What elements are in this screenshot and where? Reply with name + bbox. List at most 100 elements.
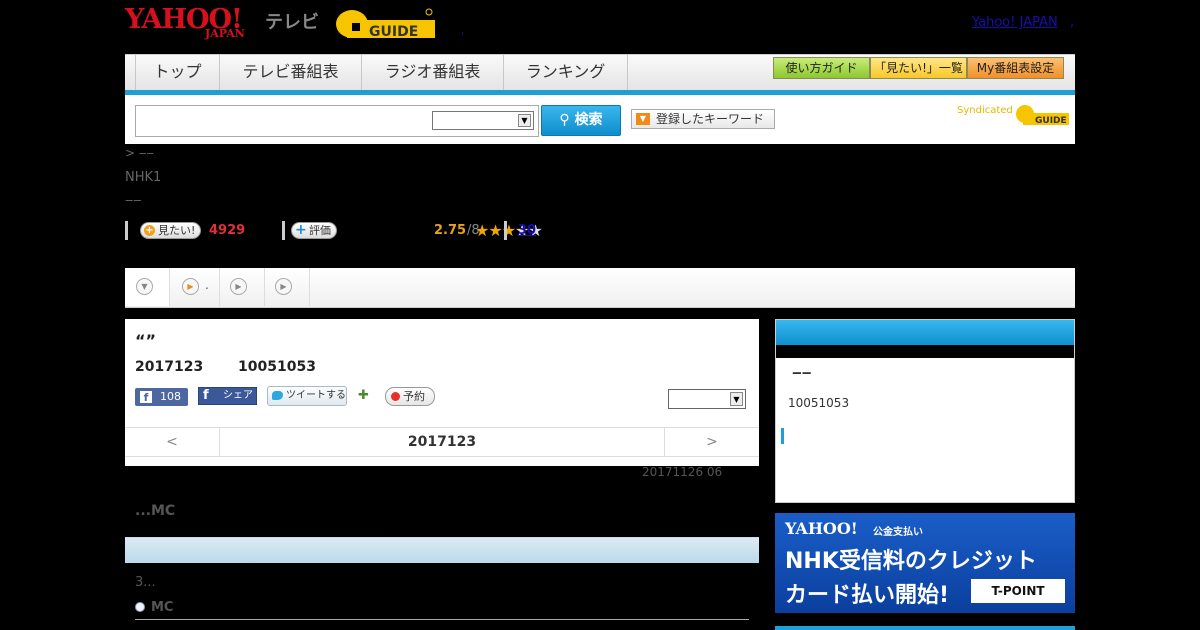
ad-pay-label: 公金支払い <box>873 527 923 538</box>
facebook-share-button[interactable]: f シェア <box>198 387 257 405</box>
header-dot: , <box>461 24 465 37</box>
watchlist-button[interactable]: 「見たい!」一覧 <box>870 57 967 79</box>
side-panel: ‒‒ 10051053 <box>775 319 1075 503</box>
search-button-label: 検索 <box>574 112 603 128</box>
tweet-label: ツイートする <box>286 390 346 401</box>
side-marker <box>781 428 784 444</box>
side-panel-header <box>776 320 1074 345</box>
add-bookmark-icon[interactable]: ✚ <box>358 388 374 404</box>
ad-yahoo-logo: YAHOO! <box>785 519 858 538</box>
mc-heading: ...MC <box>135 503 176 519</box>
play-icon: ▶ <box>230 278 247 295</box>
review-count-link[interactable]: 30 <box>518 223 536 238</box>
rate-button[interactable]: + 評価 <box>291 222 337 239</box>
divider <box>135 619 749 620</box>
gguide-logo[interactable]: GUIDE <box>335 6 437 42</box>
plus-icon: + <box>295 222 307 238</box>
current-date: 2017123 <box>407 434 477 450</box>
updated-timestamp: 20171126 06 <box>642 465 723 479</box>
rating-max: /8 <box>467 223 480 238</box>
star-icon: ★ <box>488 221 502 240</box>
subtab-label: . <box>205 278 209 292</box>
air-time: 10051053 <box>238 359 316 375</box>
side-panel-band <box>776 345 1074 358</box>
tab-radio-guide[interactable]: ラジオ番組表 <box>362 55 504 90</box>
stat-divider <box>282 221 285 240</box>
episode-text: 3... <box>135 575 156 590</box>
svg-text:GUIDE: GUIDE <box>369 24 418 40</box>
subtab-1[interactable]: ▶ . <box>170 268 220 306</box>
record-dot-icon <box>391 392 400 401</box>
search-category-select[interactable]: ▼ <box>432 111 534 130</box>
facebook-like-button[interactable]: f 108 <box>135 388 188 406</box>
prev-date-button[interactable]: < <box>125 428 220 456</box>
play-icon: ▶ <box>275 278 292 295</box>
program-subtabs: ▼ ▶ . ▶ ▶ <box>125 268 1075 308</box>
facebook-share-label: シェア <box>223 390 253 401</box>
search-icon: ⚲ <box>559 112 575 128</box>
section-header-bar <box>125 537 759 563</box>
my-guide-settings-button[interactable]: My番組表設定 <box>967 57 1064 79</box>
subtab-overview[interactable]: ▼ <box>125 268 170 306</box>
saved-keywords-label: 登録したキーワード <box>656 112 765 126</box>
chevron-down-icon: ▼ <box>136 278 153 295</box>
program-detail-panel: “” 2017123 10051053 f 108 f シェア ツイートする ✚… <box>125 319 759 466</box>
program-quote: “” <box>135 331 157 350</box>
tab-top[interactable]: トップ <box>135 55 220 90</box>
yahoo-japan-text: JAPAN <box>205 27 245 40</box>
svg-text:GUIDE: GUIDE <box>1035 116 1067 126</box>
tab-ranking[interactable]: ランキング <box>504 55 628 90</box>
program-stats: + 見たい! 4929 + 評価 ★★★★★ 2.75 /8 30 <box>125 220 1075 242</box>
next-date-button[interactable]: > <box>664 428 759 456</box>
chevron-down-icon: ▼ <box>518 114 531 127</box>
play-icon: ▶ <box>182 278 199 295</box>
subtab-2[interactable]: ▶ <box>220 268 265 306</box>
chevron-down-icon: ▼ <box>730 392 743 406</box>
yahoo-japan-link[interactable]: Yahoo! JAPAN <box>972 15 1058 30</box>
side-program-time: 10051053 <box>788 396 850 410</box>
tv-label[interactable]: テレビ <box>265 8 319 34</box>
air-date: 2017123 <box>135 359 204 375</box>
syndicated-label: Syndicated <box>957 105 1013 116</box>
dropdown-arrow-icon: ▼ <box>636 113 650 125</box>
recorder-select[interactable]: ▼ <box>668 389 746 409</box>
rate-label: 評価 <box>309 224 331 237</box>
want-to-watch-label: 見たい! <box>158 224 196 237</box>
mc-label: MC <box>151 600 174 615</box>
tpoint-badge: T-POINT <box>971 579 1065 603</box>
watch-count: 4929 <box>209 223 246 238</box>
stat-divider <box>504 221 507 240</box>
gguide-logo-mark: GUIDE <box>336 8 437 40</box>
facebook-icon: f <box>203 388 209 403</box>
tweet-button[interactable]: ツイートする <box>267 386 347 406</box>
yahoo-logo[interactable]: YAHOO! JAPAN <box>125 6 261 42</box>
link-separator: , <box>1070 15 1075 30</box>
facebook-icon: f <box>140 391 152 404</box>
page: YAHOO! JAPAN テレビ GUIDE , Yahoo! JAPAN , … <box>0 0 1200 630</box>
guide-button[interactable]: 使い方ガイド <box>773 57 870 79</box>
person-icon <box>135 602 145 612</box>
subtab-3[interactable]: ▶ <box>265 268 310 306</box>
search-area: ▼ ⚲ 検索 ▼ 登録したキーワード Syndicated GUIDE <box>125 95 1075 144</box>
plus-icon: + <box>144 225 155 236</box>
reserve-label: 予約 <box>403 390 425 403</box>
ad-bottom-strip <box>775 626 1075 630</box>
facebook-like-count: 108 <box>160 390 181 403</box>
ad-headline-1: NHK受信料のクレジット <box>785 549 1037 574</box>
tab-tv-guide[interactable]: テレビ番組表 <box>220 55 362 90</box>
program-title: ‒‒ <box>125 193 142 208</box>
date-navigation: < 2017123 > <box>125 427 759 457</box>
stat-divider <box>125 221 128 240</box>
twitter-bird-icon <box>272 391 283 400</box>
reserve-button[interactable]: 予約 <box>385 387 435 406</box>
channel-name[interactable]: NHK1 <box>125 170 161 185</box>
nhk-credit-ad[interactable]: YAHOO! 公金支払い NHK受信料のクレジット カード払い開始! T-POI… <box>775 513 1075 613</box>
side-program-title: ‒‒ <box>792 365 812 381</box>
ad-headline-2: カード払い開始! <box>785 583 950 608</box>
syndicated-gguide-logo: GUIDE <box>1016 105 1069 126</box>
saved-keywords-button[interactable]: ▼ 登録したキーワード <box>631 109 775 129</box>
want-to-watch-button[interactable]: + 見たい! <box>140 222 202 239</box>
breadcrumb[interactable]: > ‒‒ <box>125 146 154 160</box>
rating-value: 2.75 <box>434 223 467 238</box>
search-button[interactable]: ⚲ 検索 <box>541 105 621 136</box>
